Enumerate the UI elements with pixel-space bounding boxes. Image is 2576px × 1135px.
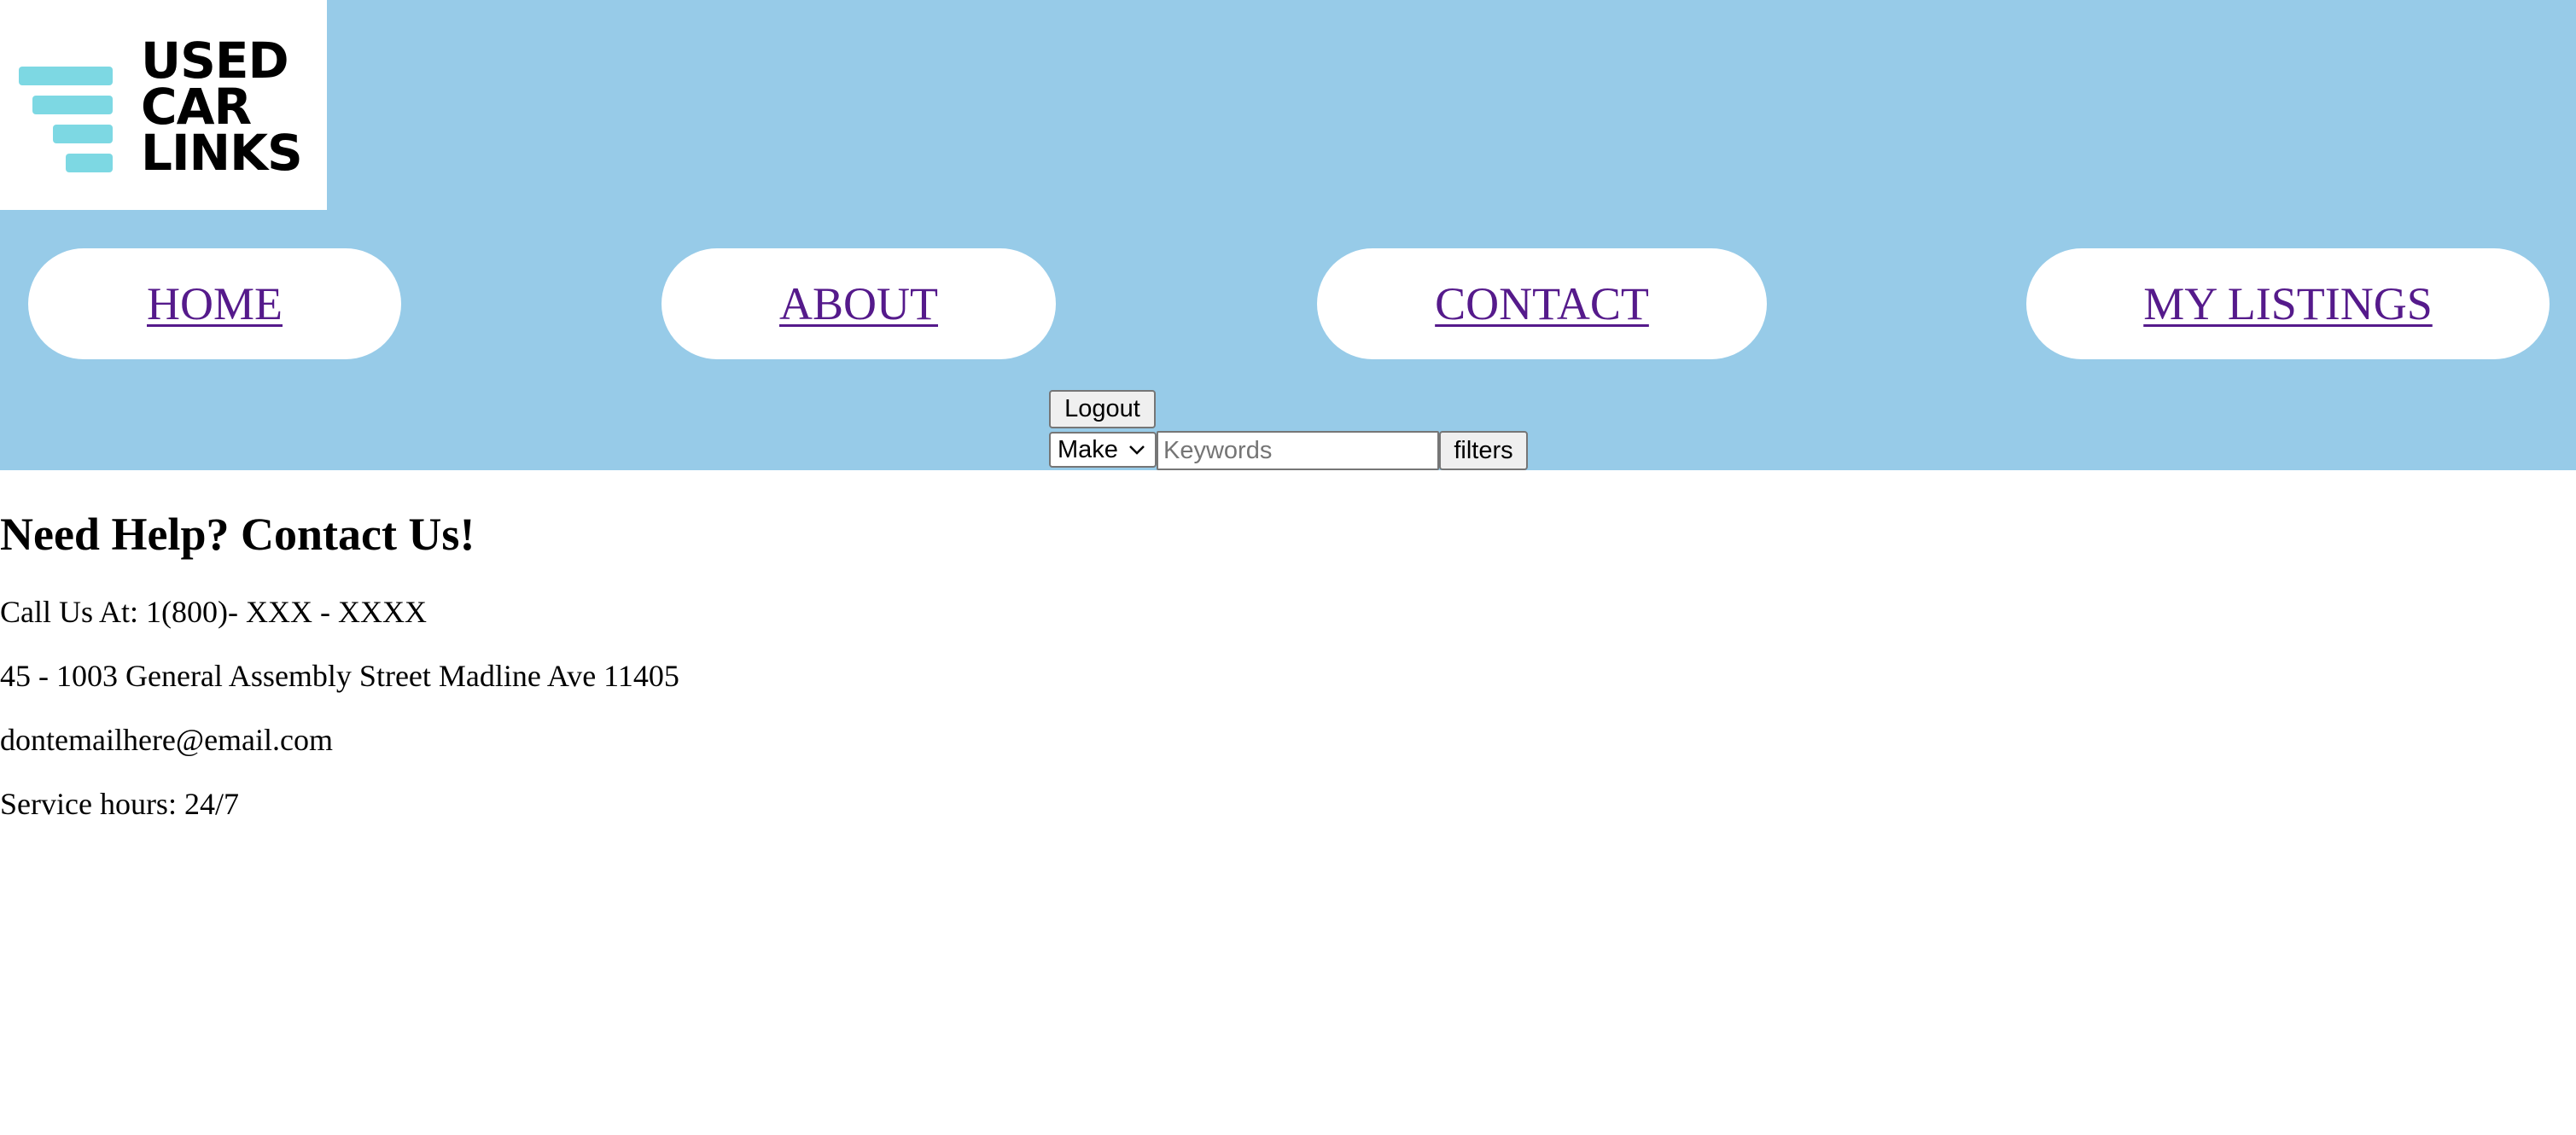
logout-button[interactable]: Logout: [1049, 390, 1156, 428]
nav-link-my-listings[interactable]: MY LISTINGS: [2143, 277, 2433, 330]
contact-address: 45 - 1003 General Assembly Street Madlin…: [0, 659, 679, 693]
logo-line-1: USED: [141, 32, 289, 90]
contact-email: dontemailhere@email.com: [0, 723, 334, 757]
filters-button[interactable]: filters: [1439, 431, 1528, 470]
nav-link-home[interactable]: HOME: [147, 277, 283, 330]
contact-heading: Need Help? Contact Us!: [0, 509, 475, 560]
nav-link-contact[interactable]: CONTACT: [1435, 277, 1649, 330]
make-select[interactable]: Make: [1049, 432, 1157, 468]
site-logo[interactable]: USED CAR LINKS: [0, 0, 327, 210]
nav-item-about: ABOUT: [661, 248, 1056, 359]
site-header: USED CAR LINKS HOME ABOUT CONTACT MY LIS…: [0, 0, 2576, 470]
logo-wordmark: USED CAR LINKS: [141, 32, 303, 182]
nav-item-my-listings: MY LISTINGS: [2026, 248, 2550, 359]
keywords-input[interactable]: [1157, 431, 1439, 470]
logo-bars-icon: [19, 67, 113, 172]
nav-item-contact: CONTACT: [1317, 248, 1767, 359]
contact-phone: Call Us At: 1(800)- XXX - XXXX: [0, 595, 427, 629]
chevron-down-icon: [1129, 445, 1145, 455]
logo-line-3: LINKS: [141, 124, 303, 182]
nav-link-about[interactable]: ABOUT: [779, 277, 938, 330]
contact-section: Need Help? Contact Us! Call Us At: 1(800…: [0, 503, 679, 821]
contact-hours: Service hours: 24/7: [0, 787, 239, 821]
make-select-value: Make: [1058, 435, 1118, 463]
nav-item-home: HOME: [28, 248, 401, 359]
logo-line-2: CAR: [141, 78, 252, 136]
